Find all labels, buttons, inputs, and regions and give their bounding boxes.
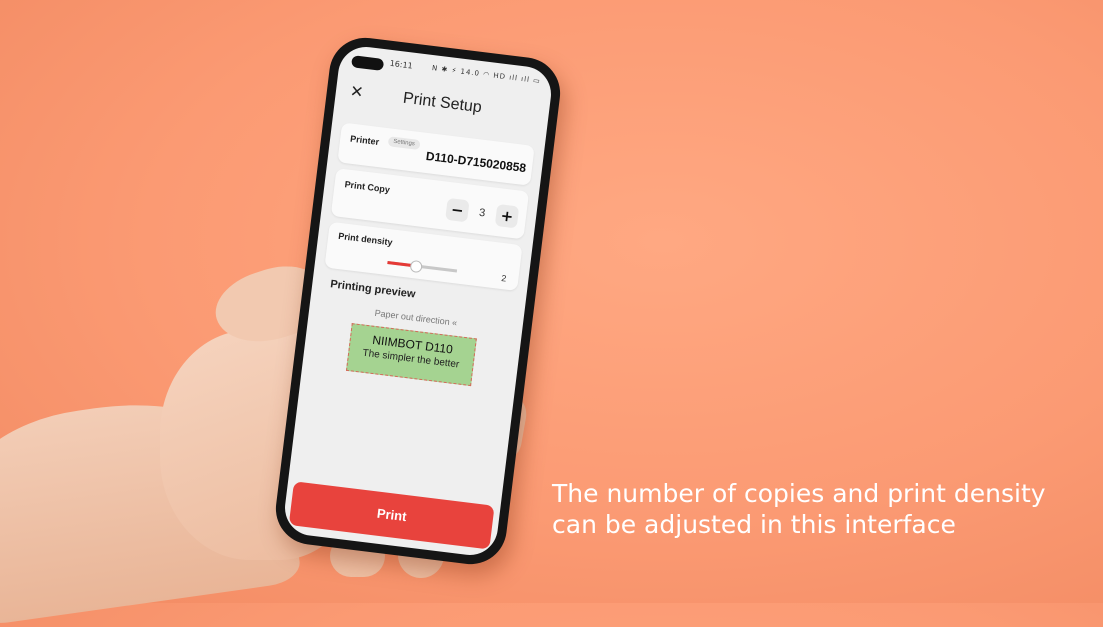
phone-device: 16:11 N ✱ ⚡ 14.0 ◠ HD ıll ıll ▭ ✕ Print … [271, 33, 565, 569]
front-camera [351, 55, 385, 71]
printer-settings-button[interactable]: Settings [387, 136, 421, 151]
density-slider-handle[interactable] [409, 259, 423, 274]
copy-count: 3 [478, 206, 486, 220]
density-slider[interactable] [387, 259, 458, 274]
label-preview: NIIMBOT D110 The simpler the better [345, 323, 477, 387]
caption-line-1: The number of copies and print density [552, 479, 1046, 508]
printing-preview-title: Printing preview [329, 278, 417, 301]
decrement-button[interactable]: − [445, 197, 470, 223]
print-copy-label: Print Copy [344, 179, 391, 195]
density-value: 2 [500, 273, 507, 284]
video-caption: The number of copies and print density c… [552, 478, 1092, 540]
printer-label: Printer [349, 133, 380, 148]
phone-screen: 16:11 N ✱ ⚡ 14.0 ◠ HD ıll ıll ▭ ✕ Print … [281, 43, 555, 559]
print-button[interactable]: Print [288, 481, 495, 550]
copy-stepper: − 3 + [445, 197, 520, 229]
caption-line-2: can be adjusted in this interface [552, 510, 956, 539]
print-density-label: Print density [337, 230, 394, 248]
increment-button[interactable]: + [494, 203, 520, 229]
printer-name: D110-D715020858 [425, 148, 527, 176]
status-time: 16:11 [389, 58, 414, 71]
